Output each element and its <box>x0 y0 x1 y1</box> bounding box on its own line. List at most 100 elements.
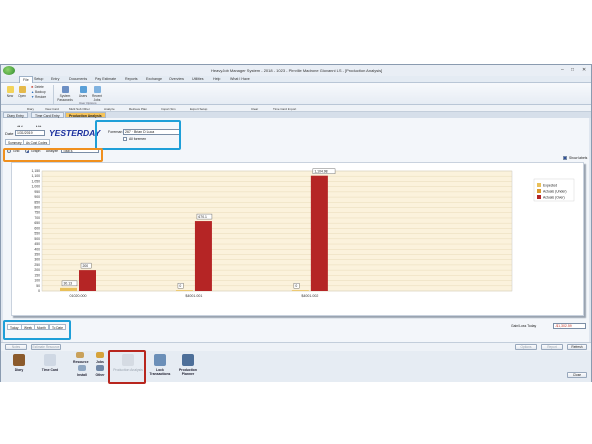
delete-icon: ✖ <box>31 85 34 89</box>
toolbar-multi-sub-other[interactable]: Multi Sub Other <box>69 107 90 111</box>
report-button[interactable]: Report <box>541 344 563 350</box>
analyze-select[interactable]: Total $ <box>61 148 99 153</box>
recent-jobs-button[interactable]: Recent Jobs <box>90 86 104 102</box>
open-button[interactable]: Open <box>17 86 27 98</box>
data-label: 670.1 <box>198 215 207 219</box>
notes-button[interactable]: Notes <box>5 344 27 350</box>
ribbon-divider <box>53 85 54 104</box>
toolbar-retrieve-plan[interactable]: Retrieve Plan <box>129 107 147 111</box>
y-tick-label: 650 <box>34 221 40 225</box>
foreman-select[interactable]: 267 · Brian D Luca <box>123 129 181 135</box>
toolbar-clear[interactable]: Clear <box>251 107 258 111</box>
tab-to-date[interactable]: To Date <box>49 324 66 330</box>
y-tick-label: 1,000 <box>32 185 41 189</box>
all-foremen-label: All foremen <box>129 137 147 141</box>
quick-toolbar: Diary View Card Multi Sub Other Analyze … <box>1 105 591 112</box>
show-labels-checkbox[interactable] <box>563 156 567 160</box>
launch-production-planner-label: Production Planner <box>179 368 197 376</box>
diary-icon <box>13 354 25 366</box>
date-spin-up[interactable]: ◂◂ ◂ <box>17 124 22 128</box>
menu-documents[interactable]: Documents <box>69 77 87 81</box>
y-tick-label: 200 <box>34 268 40 272</box>
toolbar-import-sim[interactable]: Import Sim <box>161 107 176 111</box>
menu-pay-estimate[interactable]: Pay Estimate <box>95 77 116 81</box>
estimate-resource-button[interactable]: Estimate Resource <box>31 344 61 350</box>
launch-install-label: Install <box>77 373 87 377</box>
menu-utilities[interactable]: Utilities <box>192 77 204 81</box>
menu-what-i-have[interactable]: What I Have <box>230 77 250 81</box>
menu-reports[interactable]: Reports <box>125 77 138 81</box>
menu-entry[interactable]: Entry <box>51 77 59 81</box>
y-tick-label: 800 <box>34 206 40 210</box>
options-button[interactable]: Options <box>515 344 537 350</box>
data-label: 30.13 <box>64 282 73 286</box>
menu-file[interactable]: File <box>19 76 33 83</box>
graph-radio[interactable] <box>25 149 29 153</box>
launch-time-card-button[interactable]: Time Card <box>37 354 63 380</box>
date-label: Date <box>5 131 14 136</box>
toolbar-diary[interactable]: Diary <box>27 107 34 111</box>
new-label: New <box>6 94 14 98</box>
tab-today[interactable]: Today <box>7 324 22 330</box>
legend-entry: Expected <box>543 183 557 187</box>
y-tick-label: 400 <box>34 247 40 251</box>
legend-swatch <box>537 195 541 199</box>
refresh-button[interactable]: Refresh <box>567 344 587 350</box>
launch-production-planner-button[interactable]: Production Planner <box>175 354 201 380</box>
module-launcher: Diary Time Card Resource Install Jobs Ot… <box>1 351 591 382</box>
date-field[interactable]: 1/31/2019 <box>15 130 45 136</box>
ribbon: New Open ✖ Delete ▲ Backup ▼ Restore Sys… <box>1 83 591 105</box>
launch-other-button[interactable]: Other <box>93 365 107 391</box>
time-card-icon <box>44 354 56 366</box>
toolbar-export-setup[interactable]: Export Setup <box>190 107 207 111</box>
foreman-label: Foreman <box>108 130 123 134</box>
minimize-button[interactable]: – <box>561 67 564 73</box>
new-button[interactable]: New <box>5 86 15 98</box>
launch-diary-label: Diary <box>14 368 24 372</box>
analyze-label: Analyze <box>46 149 59 153</box>
close-window-button[interactable]: ✕ <box>582 67 586 73</box>
y-tick-label: 0 <box>38 289 40 293</box>
tab-month[interactable]: Month <box>34 324 49 330</box>
all-foremen-checkbox[interactable] <box>123 137 127 141</box>
production-chart-svg: 0501001502002503003504004505005506006507… <box>32 168 575 298</box>
x-tick-label: 01020.000 <box>70 294 87 298</box>
launch-jobs-label: Jobs <box>96 360 104 364</box>
launch-install-button[interactable]: Install <box>75 365 89 391</box>
launch-diary-button[interactable]: Diary <box>7 354 31 380</box>
toolbar-time-card-import[interactable]: Time Card Import <box>273 107 296 111</box>
menu-help[interactable]: Help <box>213 77 220 81</box>
lock-icon <box>154 354 166 366</box>
menu-overview[interactable]: Overview <box>169 77 184 81</box>
delete-button[interactable]: ✖ Delete <box>31 85 51 89</box>
y-tick-label: 850 <box>34 200 40 204</box>
menu-setup[interactable]: Setup <box>34 77 43 81</box>
date-spin-down[interactable]: ▸ ▸▸ <box>36 124 41 128</box>
grid-radio[interactable] <box>7 149 11 153</box>
tab-week[interactable]: Week <box>21 324 36 330</box>
users-button[interactable]: Users <box>77 86 89 98</box>
menu-exchange[interactable]: Exchange <box>146 77 162 81</box>
maximize-button[interactable]: □ <box>571 67 574 73</box>
jobs-icon <box>96 352 104 358</box>
legend-swatch <box>537 189 541 193</box>
launch-production-analysis-button[interactable]: Production Analysis <box>113 354 143 380</box>
backup-label: Backup <box>35 90 46 94</box>
restore-label: Restore <box>35 95 47 99</box>
y-tick-label: 750 <box>34 211 40 215</box>
toolbar-analyze[interactable]: Analyze <box>104 107 115 111</box>
subtab-summary[interactable]: Summary <box>5 139 25 145</box>
y-tick-label: 550 <box>34 232 40 236</box>
subtab-cost-codes[interactable]: As Cost Codes <box>23 139 51 145</box>
window-title: HeavyJob Manager System - 2018 - 1023 - … <box>211 68 383 73</box>
data-label: 0 <box>295 284 297 288</box>
restore-button[interactable]: ▼ Restore <box>31 95 51 99</box>
toolbar-view-card[interactable]: View Card <box>45 107 59 111</box>
launch-lock-transactions-button[interactable]: Lock Transactions <box>147 354 173 380</box>
title-bar: HeavyJob Manager System - 2018 - 1023 - … <box>1 65 591 76</box>
close-button[interactable]: Close <box>567 372 587 378</box>
lower-button-bar: Notes Estimate Resource Options Report R… <box>1 342 591 351</box>
backup-button[interactable]: ▲ Backup <box>31 90 51 94</box>
launch-resource-label: Resource <box>73 360 89 364</box>
system-passwords-button[interactable]: System Passwords <box>56 86 74 102</box>
